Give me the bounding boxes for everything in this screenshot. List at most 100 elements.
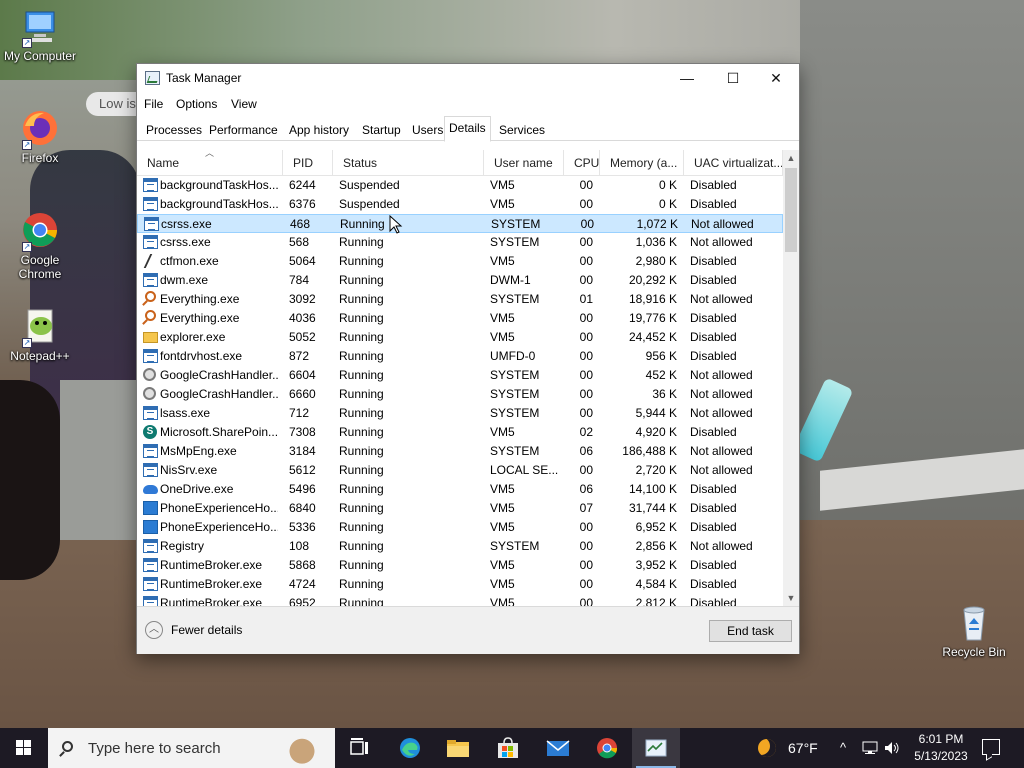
cell-status: Running [339, 368, 384, 382]
menu-view[interactable]: View [231, 97, 257, 111]
desktop-icon-firefox[interactable]: ↗ Firefox [0, 108, 80, 165]
cell-name: GoogleCrashHandler... [160, 368, 278, 382]
cell-status: Running [339, 463, 384, 477]
column-header-cpu[interactable]: CPU [564, 150, 600, 176]
cell-name: Everything.exe [160, 292, 240, 306]
maximize-button[interactable]: ☐ [710, 64, 756, 93]
tab-app-history[interactable]: App history [284, 119, 354, 141]
desktop-icon-notepadpp[interactable]: ↗ Notepad++ [0, 306, 80, 363]
tab-performance[interactable]: Performance [204, 119, 283, 141]
table-row[interactable]: PhoneExperienceHo... 5336 Running VM5 00 6,95… [137, 518, 783, 537]
cell-name: ctfmon.exe [160, 254, 219, 268]
cell-pid: 4036 [289, 311, 316, 325]
column-header-memory[interactable]: Memory (a... [600, 150, 684, 176]
network-icon[interactable] [862, 741, 880, 755]
mail-icon [546, 740, 570, 756]
tab-services[interactable]: Services [494, 119, 550, 141]
start-button[interactable] [0, 728, 48, 768]
table-row[interactable]: OneDrive.exe 5496 Running VM5 06 14,100 K Disa… [137, 480, 783, 499]
table-row[interactable]: RuntimeBroker.exe 5868 Running VM5 00 3,952 K… [137, 556, 783, 575]
taskbar-clock[interactable]: 6:01 PM 5/13/2023 [908, 731, 974, 765]
taskbar-mail[interactable] [534, 728, 582, 768]
app-window-icon [143, 558, 158, 572]
tab-users[interactable]: Users [407, 119, 448, 141]
table-row[interactable]: MsMpEng.exe 3184 Running SYSTEM 06 186,488 K N… [137, 442, 783, 461]
desktop-icon-my-computer[interactable]: ↗ My Computer [0, 6, 80, 63]
tray-chevron-icon[interactable]: ^ [840, 740, 846, 755]
clock-time: 6:01 PM [918, 732, 964, 746]
taskbar-search-box[interactable]: Type here to search [48, 728, 335, 768]
cloud-icon [143, 485, 158, 494]
table-row[interactable]: backgroundTaskHos... 6244 Suspended VM5 00 0 … [137, 176, 783, 195]
menu-options[interactable]: Options [176, 97, 217, 111]
scroll-up-icon[interactable]: ▲ [783, 150, 799, 166]
column-header-status[interactable]: Status [333, 150, 484, 176]
table-row[interactable]: ctfmon.exe 5064 Running VM5 00 2,980 K Disable… [137, 252, 783, 271]
table-row[interactable]: lsass.exe 712 Running SYSTEM 00 5,944 K Not al… [137, 404, 783, 423]
taskbar-task-manager[interactable] [632, 728, 680, 768]
table-row[interactable]: S Microsoft.SharePoin... 7308 Running VM5 02 4… [137, 423, 783, 442]
desktop-icon-recycle-bin[interactable]: Recycle Bin [934, 602, 1014, 659]
tab-details[interactable]: Details [444, 116, 491, 142]
fewer-details-button[interactable]: ︿ Fewer details [145, 620, 242, 640]
table-row[interactable]: RuntimeBroker.exe 4724 Running VM5 00 4,584 K… [137, 575, 783, 594]
taskbar-task-view[interactable] [336, 728, 384, 768]
app-window-icon [143, 273, 158, 287]
search-highlight-icon [266, 732, 326, 764]
table-row[interactable]: explorer.exe 5052 Running VM5 00 24,452 K Disa… [137, 328, 783, 347]
table-row[interactable]: GoogleCrashHandler... 6604 Running SYSTEM 00… [137, 366, 783, 385]
cell-user: SYSTEM [491, 217, 541, 231]
desktop-icon-google-chrome[interactable]: ↗ Google Chrome [0, 210, 80, 281]
scrollbar-thumb[interactable] [785, 168, 797, 252]
notifications-icon[interactable] [982, 739, 1000, 755]
wallpaper-wall [800, 0, 1024, 520]
table-row[interactable]: Registry 108 Running SYSTEM 00 2,856 K Not all… [137, 537, 783, 556]
close-button[interactable]: ✕ [753, 64, 799, 93]
table-row[interactable]: GoogleCrashHandler... 6660 Running SYSTEM 00… [137, 385, 783, 404]
cell-cpu: 01 [579, 292, 593, 306]
taskbar-file-explorer[interactable] [434, 728, 482, 768]
cell-memory: 3,952 K [635, 558, 677, 572]
desktop-icon-label: My Computer [3, 49, 77, 63]
cell-pid: 468 [290, 217, 311, 231]
table-row[interactable]: backgroundTaskHos... 6376 Suspended VM5 00 0 … [137, 195, 783, 214]
tab-processes[interactable]: Processes [141, 119, 207, 141]
cell-pid: 6840 [289, 501, 316, 515]
column-header-name[interactable]: ︿ Name [137, 150, 283, 176]
menu-file[interactable]: File [144, 97, 163, 111]
scroll-down-icon[interactable]: ▼ [783, 590, 799, 606]
table-row[interactable]: csrss.exe 568 Running SYSTEM 00 1,036 K Not al… [137, 233, 783, 252]
table-row[interactable]: RuntimeBroker.exe 6952 Running VM5 00 2,812 K… [137, 594, 783, 606]
table-row[interactable]: Everything.exe 4036 Running VM5 00 19,776 K Di… [137, 309, 783, 328]
desktop-icon-label: Notepad++ [10, 349, 70, 363]
cell-pid: 784 [289, 273, 310, 287]
table-row[interactable]: PhoneExperienceHo... 6840 Running VM5 07 31,7… [137, 499, 783, 518]
cell-user: SYSTEM [490, 406, 540, 420]
title-bar[interactable]: Task Manager — ☐ ✕ [137, 64, 799, 93]
cell-pid: 712 [289, 406, 310, 420]
tab-startup[interactable]: Startup [357, 119, 406, 141]
table-row[interactable]: NisSrv.exe 5612 Running LOCAL SE... 00 2,720 … [137, 461, 783, 480]
gear-icon [143, 368, 156, 381]
cell-user: UMFD-0 [490, 349, 536, 363]
column-header-user-name[interactable]: User name [484, 150, 564, 176]
table-row[interactable]: Everything.exe 3092 Running SYSTEM 01 18,916 … [137, 290, 783, 309]
taskbar-store[interactable] [484, 728, 532, 768]
weather-widget[interactable]: 67°F [752, 728, 832, 768]
table-row[interactable]: dwm.exe 784 Running DWM-1 00 20,292 K Disabled [137, 271, 783, 290]
cell-name: PhoneExperienceHo... [160, 520, 278, 534]
taskbar-edge[interactable] [386, 728, 434, 768]
end-task-button[interactable]: End task [709, 620, 792, 642]
column-header-pid[interactable]: PID [283, 150, 333, 176]
table-row[interactable]: csrss.exe 468 Running SYSTEM 00 1,072 K Not al… [137, 214, 783, 233]
minimize-button[interactable]: — [664, 64, 710, 93]
table-row[interactable]: fontdrvhost.exe 872 Running UMFD-0 00 956 K Di… [137, 347, 783, 366]
cell-user: SYSTEM [490, 235, 540, 249]
volume-icon[interactable] [884, 741, 900, 755]
taskbar-chrome[interactable] [583, 728, 631, 768]
cell-uac: Not allowed [690, 539, 753, 553]
vertical-scrollbar[interactable]: ▲ ▼ [783, 150, 799, 606]
cell-cpu: 00 [579, 254, 593, 268]
edge-icon [400, 738, 420, 758]
column-header-uac-virtualization[interactable]: UAC virtualizat... [684, 150, 783, 176]
